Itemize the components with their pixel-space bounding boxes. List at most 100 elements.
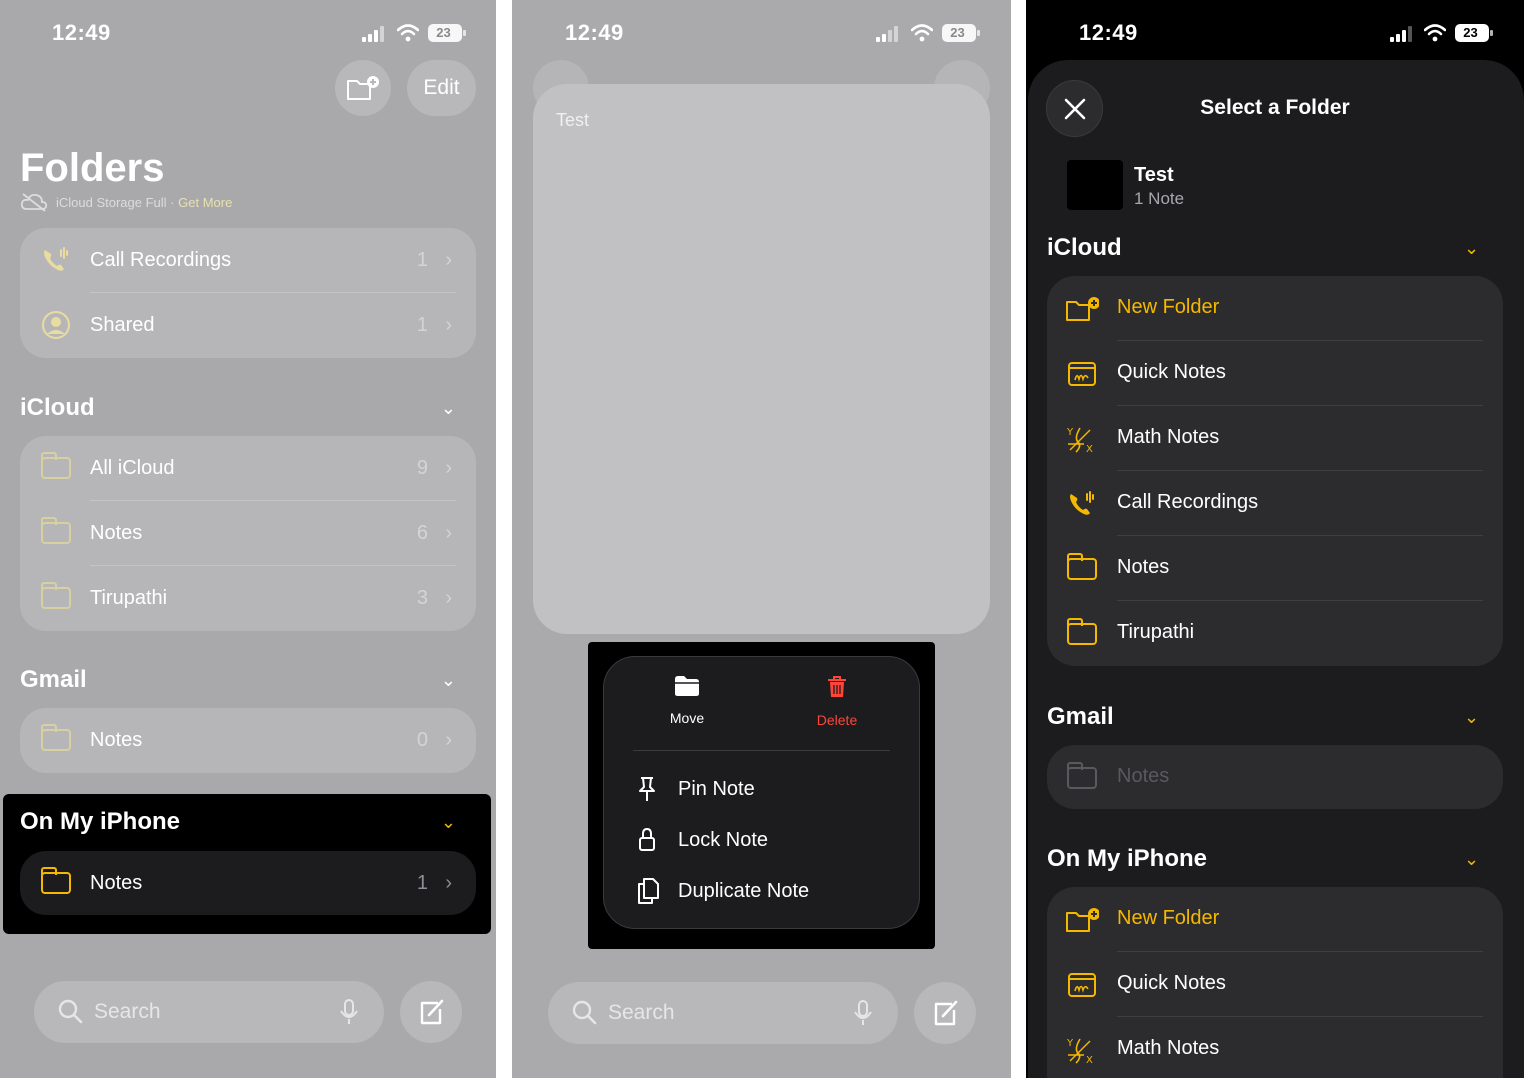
wifi-icon — [911, 24, 933, 42]
folder-row-math-notes[interactable]: YX Math Notes — [1047, 406, 1503, 471]
new-folder-button[interactable] — [335, 60, 391, 116]
folder-row-notes[interactable]: Notes 6 › — [20, 501, 476, 566]
cellular-signal-icon — [1390, 26, 1412, 42]
section-header-gmail[interactable]: Gmail — [20, 666, 87, 694]
menu-item-label: Lock Note — [678, 828, 769, 851]
compose-button[interactable] — [914, 982, 976, 1044]
battery-icon: 23 — [1455, 24, 1493, 42]
folder-count: 6 — [416, 522, 428, 544]
move-label: Move — [669, 710, 705, 726]
search-field[interactable]: Search — [34, 981, 384, 1043]
folder-row-quick-notes[interactable]: Quick Notes — [1047, 952, 1503, 1017]
quick-note-icon — [1065, 970, 1099, 1000]
folder-label: New Folder — [1117, 907, 1220, 929]
folder-label: Notes — [1117, 765, 1170, 787]
folder-row-math-notes[interactable]: YX Math Notes — [1047, 1017, 1503, 1078]
quick-note-icon — [1065, 359, 1099, 389]
note-preview-card[interactable]: Test — [533, 84, 990, 634]
section-header-on-my-iphone[interactable]: On My iPhone — [1047, 845, 1207, 873]
on-my-iphone-destination-group: New Folder Quick Notes YX Math Notes — [1047, 887, 1503, 1078]
icloud-storage-notice: iCloud Storage Full · Get More — [20, 192, 232, 212]
chevron-down-icon[interactable]: ⌄ — [441, 670, 456, 691]
svg-text:X: X — [1086, 444, 1093, 454]
cellular-signal-icon — [876, 26, 898, 42]
note-thumbnail — [1067, 160, 1123, 210]
menu-item-pin-note[interactable]: Pin Note — [636, 769, 755, 809]
folder-row-all-icloud[interactable]: All iCloud 9 › — [20, 436, 476, 501]
folder-row-iphone-notes[interactable]: Notes 1 › — [20, 851, 476, 916]
wifi-icon — [397, 24, 419, 42]
new-folder-row[interactable]: New Folder — [1047, 887, 1503, 952]
folder-row-tirupathi[interactable]: Tirupathi 3 › — [20, 566, 476, 631]
microphone-icon[interactable] — [854, 1000, 872, 1026]
move-action[interactable]: Move — [617, 675, 757, 726]
note-context-menu: Move Delete Pin Note Lock Note Duplicate… — [603, 656, 920, 929]
battery-level: 23 — [436, 25, 451, 40]
delete-label: Delete — [816, 712, 858, 728]
get-more-link[interactable]: Get More — [178, 195, 232, 210]
delete-action[interactable]: Delete — [767, 675, 907, 728]
folder-count: 9 — [416, 457, 428, 479]
folder-row-gmail-notes[interactable]: Notes 0 › — [20, 708, 476, 773]
chevron-down-icon[interactable]: ⌄ — [441, 812, 456, 833]
menu-item-label: Duplicate Note — [678, 879, 810, 902]
folder-icon — [1065, 618, 1099, 649]
new-folder-icon — [1065, 905, 1099, 935]
menu-separator — [633, 750, 890, 751]
folder-icon — [40, 582, 72, 613]
chevron-right-icon: › — [445, 872, 452, 894]
new-folder-row[interactable]: New Folder — [1047, 276, 1503, 341]
folder-count: 3 — [416, 587, 428, 609]
on-my-iphone-group: Notes 1 › — [20, 851, 476, 915]
microphone-icon[interactable] — [340, 999, 358, 1025]
folder-count: 1 — [416, 872, 428, 894]
folder-count: 1 — [416, 249, 428, 271]
chevron-down-icon[interactable]: ⌄ — [441, 398, 456, 419]
folder-label: Notes — [90, 872, 143, 894]
folder-row-notes[interactable]: Notes — [1047, 536, 1503, 601]
new-folder-icon — [347, 76, 379, 100]
folder-row-call-recordings[interactable]: Call Recordings — [1047, 471, 1503, 536]
chevron-right-icon: › — [445, 587, 452, 609]
compose-button[interactable] — [400, 981, 462, 1043]
section-header-icloud[interactable]: iCloud — [20, 394, 95, 422]
phone-waveform-icon — [40, 245, 72, 275]
folder-row-quick-notes[interactable]: Quick Notes — [1047, 341, 1503, 406]
folder-icon — [40, 517, 72, 548]
folder-row-shared[interactable]: Shared 1 › — [20, 293, 476, 358]
folder-row-gmail-notes: Notes — [1047, 745, 1503, 810]
section-header-icloud[interactable]: iCloud — [1047, 234, 1122, 262]
chevron-down-icon[interactable]: ⌄ — [1464, 238, 1479, 259]
math-notes-icon: YX — [1065, 1035, 1099, 1065]
folder-icon — [40, 452, 72, 483]
status-bar: 12:49 23 — [512, 18, 1011, 48]
folder-label: Notes — [1117, 556, 1170, 578]
svg-text:Y: Y — [1066, 1038, 1074, 1049]
battery-icon: 23 — [428, 24, 466, 42]
gmail-destination-group: Notes — [1047, 745, 1503, 809]
chevron-down-icon[interactable]: ⌄ — [1464, 849, 1479, 870]
top-folders-group: Call Recordings 1 › Shared 1 › — [20, 228, 476, 358]
folder-row-call-recordings[interactable]: Call Recordings 1 › — [20, 228, 476, 293]
battery-level: 23 — [1463, 25, 1478, 40]
search-icon — [58, 999, 83, 1024]
wifi-icon — [1424, 24, 1446, 42]
search-field[interactable]: Search — [548, 982, 898, 1044]
folder-count: 1 — [416, 314, 428, 336]
page-title: Folders — [20, 146, 165, 190]
section-header-gmail[interactable]: Gmail — [1047, 703, 1114, 731]
search-placeholder: Search — [94, 1000, 161, 1023]
chevron-down-icon[interactable]: ⌄ — [1464, 707, 1479, 728]
folder-label: Math Notes — [1117, 1037, 1220, 1059]
note-preview-title: Test — [556, 110, 590, 130]
compose-icon — [420, 999, 444, 1025]
edit-button[interactable]: Edit — [407, 60, 476, 116]
pin-icon — [639, 777, 655, 801]
menu-item-lock-note[interactable]: Lock Note — [636, 820, 768, 860]
compose-icon — [934, 1000, 958, 1026]
menu-item-duplicate-note[interactable]: Duplicate Note — [636, 871, 809, 911]
folder-label: Call Recordings — [90, 249, 232, 271]
folder-row-tirupathi[interactable]: Tirupathi — [1047, 601, 1503, 666]
section-header-on-my-iphone[interactable]: On My iPhone — [20, 808, 180, 836]
icloud-destination-group: New Folder Quick Notes YX Math Notes Cal… — [1047, 276, 1503, 666]
